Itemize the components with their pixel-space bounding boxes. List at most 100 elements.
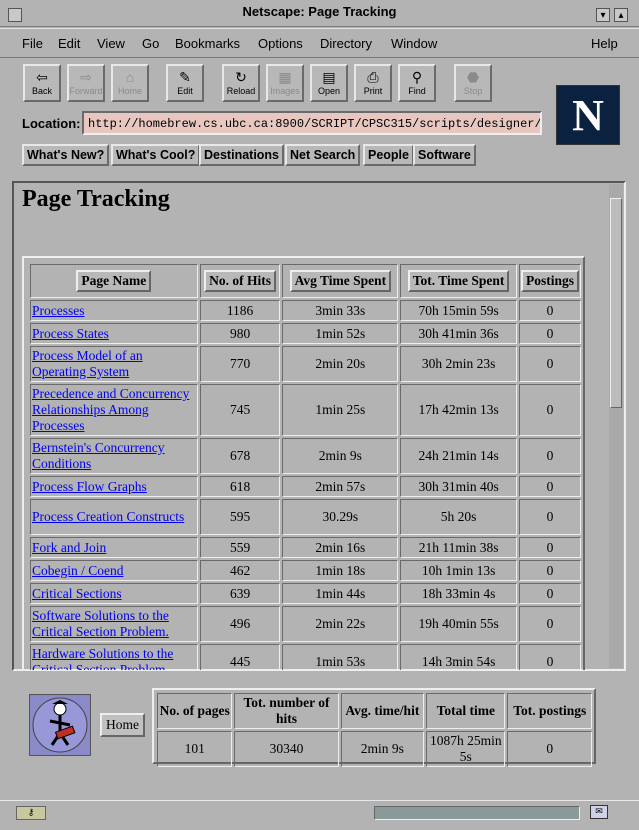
avg-cell: 2min 9s xyxy=(282,438,399,474)
summary-hits-value: 30340 xyxy=(234,731,339,767)
col-postings[interactable]: Postings xyxy=(518,264,581,298)
menu-help[interactable]: Help xyxy=(591,36,618,51)
table-row: Critical Sections 639 1min 44s 18h 33min 4s… xyxy=(30,583,581,604)
print-button[interactable]: ⎙ Print xyxy=(354,64,392,102)
page-name-cell: Fork and Join xyxy=(30,537,198,558)
mail-icon[interactable]: ✉ xyxy=(590,805,608,819)
page-link[interactable]: Precedence and Concurrency Relationships… xyxy=(32,386,189,433)
summary-table: No. of pages Tot. number of hits Avg. ti… xyxy=(155,691,594,769)
col-avg-time[interactable]: Avg Time Spent xyxy=(282,264,399,298)
home-link-button[interactable]: Home xyxy=(100,713,145,737)
scrollbar-thumb[interactable] xyxy=(610,198,622,408)
software-button[interactable]: Software xyxy=(413,144,476,166)
hits-cell: 980 xyxy=(199,323,281,344)
summary-total-time-value: 1087h 25min 5s xyxy=(426,731,506,767)
postings-cell: 0 xyxy=(518,537,581,558)
hits-cell: 745 xyxy=(199,384,281,436)
images-icon: ▦ xyxy=(278,69,292,85)
back-button[interactable]: ⇦ Back xyxy=(23,64,61,102)
menu-directory[interactable]: Directory xyxy=(320,36,372,51)
page-link[interactable]: Cobegin / Coend xyxy=(32,563,124,578)
edit-label: Edit xyxy=(177,86,193,96)
menu-file[interactable]: File xyxy=(22,36,43,51)
location-input[interactable]: http://homebrew.cs.ubc.ca:8900/SCRIPT/CP… xyxy=(82,111,542,135)
people-button[interactable]: People xyxy=(363,144,414,166)
summary-box: No. of pages Tot. number of hits Avg. ti… xyxy=(152,688,596,767)
page-link[interactable]: Critical Sections xyxy=(32,586,122,601)
whats-new-button[interactable]: What's New? xyxy=(22,144,110,166)
col-hits[interactable]: No. of Hits xyxy=(199,264,281,298)
postings-cell: 0 xyxy=(518,499,581,535)
minimize-button[interactable]: ▾ xyxy=(596,8,610,22)
window-title-bar[interactable]: Netscape: Page Tracking ▾ ▴ xyxy=(0,0,639,27)
page-link[interactable]: Bernstein's Concurrency Conditions xyxy=(32,440,165,471)
print-label: Print xyxy=(363,86,383,96)
page-link[interactable]: Processes xyxy=(32,303,85,318)
stop-label: Stop xyxy=(463,86,483,96)
table-body: Processes 1186 3min 33s 70h 15min 59s 0 Proc… xyxy=(30,300,581,670)
summary-pages-value: 101 xyxy=(157,731,233,767)
menu-window[interactable]: Window xyxy=(391,36,437,51)
table-row: Hardware Solutions to the Critical Secti… xyxy=(30,644,581,670)
menu-view[interactable]: View xyxy=(97,36,125,51)
stop-button[interactable]: ⬣ Stop xyxy=(454,64,492,102)
maximize-button[interactable]: ▴ xyxy=(614,8,628,22)
page-link[interactable]: Software Solutions to the Critical Secti… xyxy=(32,608,169,639)
menu-go[interactable]: Go xyxy=(142,36,159,51)
table-header-row: Page Name No. of Hits Avg Time Spent Tot… xyxy=(30,264,581,298)
page-link[interactable]: Process Model of an Operating System xyxy=(32,348,143,379)
postings-cell: 0 xyxy=(518,560,581,581)
menu-bar: File Edit View Go Bookmarks Options Dire… xyxy=(0,28,639,58)
page-name-cell: Processes xyxy=(30,300,198,321)
forward-label: Forward xyxy=(69,86,103,96)
postings-cell: 0 xyxy=(518,644,581,670)
stop-icon: ⬣ xyxy=(466,69,480,85)
hits-cell: 770 xyxy=(199,346,281,382)
postings-cell: 0 xyxy=(518,438,581,474)
tot-cell: 10h 1min 13s xyxy=(400,560,517,581)
page-title: Page Tracking xyxy=(22,186,170,212)
summary-header-row: No. of pages Tot. number of hits Avg. ti… xyxy=(157,693,592,729)
avg-cell: 2min 16s xyxy=(282,537,399,558)
find-button[interactable]: ⚲ Find xyxy=(398,64,436,102)
summary-col-postings: Tot. postings xyxy=(507,693,592,729)
table-row: Process States 980 1min 52s 30h 41min 36s 0 xyxy=(30,323,581,344)
open-button[interactable]: ▤ Open xyxy=(310,64,348,102)
images-button[interactable]: ▦ Images xyxy=(266,64,304,102)
menu-edit[interactable]: Edit xyxy=(58,36,80,51)
page-tracking-table: Page Name No. of Hits Avg Time Spent Tot… xyxy=(28,262,583,670)
postings-cell: 0 xyxy=(518,384,581,436)
page-name-cell: Critical Sections xyxy=(30,583,198,604)
menu-bookmarks[interactable]: Bookmarks xyxy=(175,36,240,51)
page-link[interactable]: Process Creation Constructs xyxy=(32,509,184,524)
net-search-button[interactable]: Net Search xyxy=(285,144,361,166)
forward-button[interactable]: ⇨ Forward xyxy=(67,64,105,102)
tot-cell: 19h 40min 55s xyxy=(400,606,517,642)
vertical-scrollbar[interactable] xyxy=(609,184,623,668)
edit-button[interactable]: ✎ Edit xyxy=(166,64,204,102)
avg-cell: 30.29s xyxy=(282,499,399,535)
tot-cell: 30h 31min 40s xyxy=(400,476,517,497)
col-tot-time[interactable]: Tot. Time Spent xyxy=(400,264,517,298)
whats-cool-button[interactable]: What's Cool? xyxy=(111,144,201,166)
location-label: Location: xyxy=(22,116,81,131)
tot-cell: 21h 11min 38s xyxy=(400,537,517,558)
page-link[interactable]: Process Flow Graphs xyxy=(32,479,147,494)
security-key-icon[interactable]: ⚷ xyxy=(16,806,46,820)
table-row: Process Flow Graphs 618 2min 57s 30h 31min … xyxy=(30,476,581,497)
page-link[interactable]: Process States xyxy=(32,326,109,341)
home-button[interactable]: ⌂ Home xyxy=(111,64,149,102)
hits-cell: 462 xyxy=(199,560,281,581)
menu-options[interactable]: Options xyxy=(258,36,303,51)
reload-button[interactable]: ↻ Reload xyxy=(222,64,260,102)
printer-icon: ⎙ xyxy=(367,69,379,85)
course-mascot-logo xyxy=(29,694,91,756)
avg-cell: 1min 44s xyxy=(282,583,399,604)
col-page-name[interactable]: Page Name xyxy=(30,264,198,298)
page-link[interactable]: Fork and Join xyxy=(32,540,106,555)
destinations-button[interactable]: Destinations xyxy=(199,144,285,166)
postings-cell: 0 xyxy=(518,583,581,604)
page-name-cell: Cobegin / Coend xyxy=(30,560,198,581)
netscape-logo[interactable]: N xyxy=(556,85,620,145)
page-link[interactable]: Hardware Solutions to the Critical Secti… xyxy=(32,646,173,670)
